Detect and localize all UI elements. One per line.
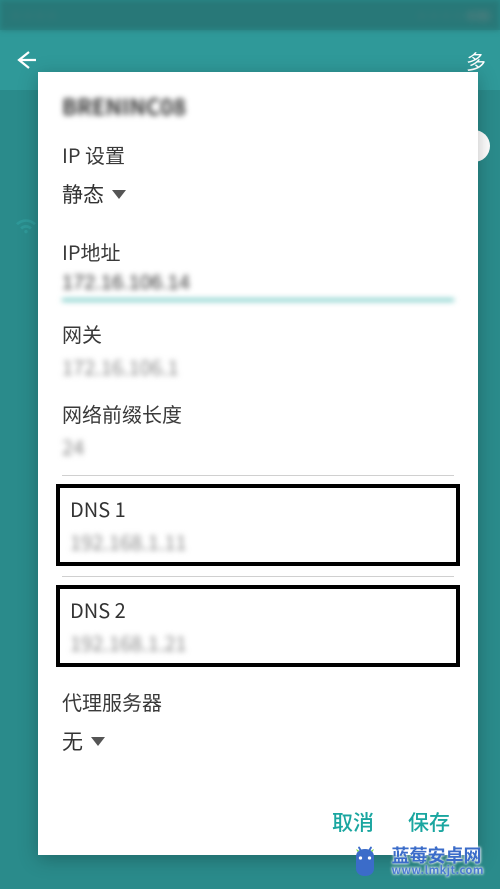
dns2-label: DNS 2: [70, 595, 446, 624]
proxy-value: 无: [62, 726, 83, 756]
dns1-box: DNS 1 192.168.1.11: [56, 484, 460, 566]
prefix-value[interactable]: 24: [62, 432, 454, 461]
chevron-down-icon: [112, 190, 126, 199]
separator: [62, 475, 454, 476]
dns2-value[interactable]: 192.168.1.21: [70, 628, 446, 657]
wifi-config-dialog: BRENINC08 IP 设置 静态 IP地址 网关 172.16.106.1 …: [38, 72, 478, 855]
proxy-field[interactable]: 代理服务器 无: [62, 677, 454, 774]
ip-settings-label: IP 设置: [62, 140, 454, 169]
ip-mode-value: 静态: [62, 179, 104, 209]
gateway-label: 网关: [62, 319, 454, 348]
status-bar: ···· ···· 4:56: [0, 0, 500, 30]
ip-address-field: IP地址: [62, 227, 454, 309]
logo-icon: [347, 843, 383, 879]
watermark: 蓝莓安卓网 www.lmkjt.com: [341, 839, 490, 883]
ip-settings-field[interactable]: IP 设置 静态: [62, 130, 454, 227]
wifi-icon: [12, 210, 40, 238]
prefix-field: 网络前缀长度 24: [62, 389, 454, 469]
dialog-title: BRENINC08: [38, 72, 478, 130]
more-button[interactable]: 多: [466, 46, 486, 75]
separator: [62, 576, 454, 577]
prefix-label: 网络前缀长度: [62, 399, 454, 428]
proxy-label: 代理服务器: [62, 687, 454, 716]
proxy-dropdown[interactable]: 无: [62, 720, 454, 766]
back-arrow-icon[interactable]: [14, 48, 38, 72]
status-left: ····: [10, 7, 58, 24]
dns1-value[interactable]: 192.168.1.11: [70, 527, 446, 556]
dns1-label: DNS 1: [70, 494, 446, 523]
chevron-down-icon: [91, 737, 105, 746]
gateway-value[interactable]: 172.16.106.1: [62, 352, 454, 381]
ip-address-label: IP地址: [62, 237, 454, 266]
dns2-box: DNS 2 192.168.1.21: [56, 585, 460, 667]
ip-address-input[interactable]: [62, 270, 454, 301]
watermark-text: 蓝莓安卓网 www.lmkjt.com: [391, 846, 484, 876]
ip-mode-dropdown[interactable]: 静态: [62, 173, 454, 219]
dialog-body: IP 设置 静态 IP地址 网关 172.16.106.1 网络前缀长度 24 …: [38, 130, 478, 793]
watermark-line2: www.lmkjt.com: [391, 865, 484, 877]
gateway-field: 网关 172.16.106.1: [62, 309, 454, 389]
save-button[interactable]: 保存: [408, 807, 450, 837]
status-right: ···· 4:56: [416, 7, 490, 24]
cancel-button[interactable]: 取消: [332, 807, 374, 837]
